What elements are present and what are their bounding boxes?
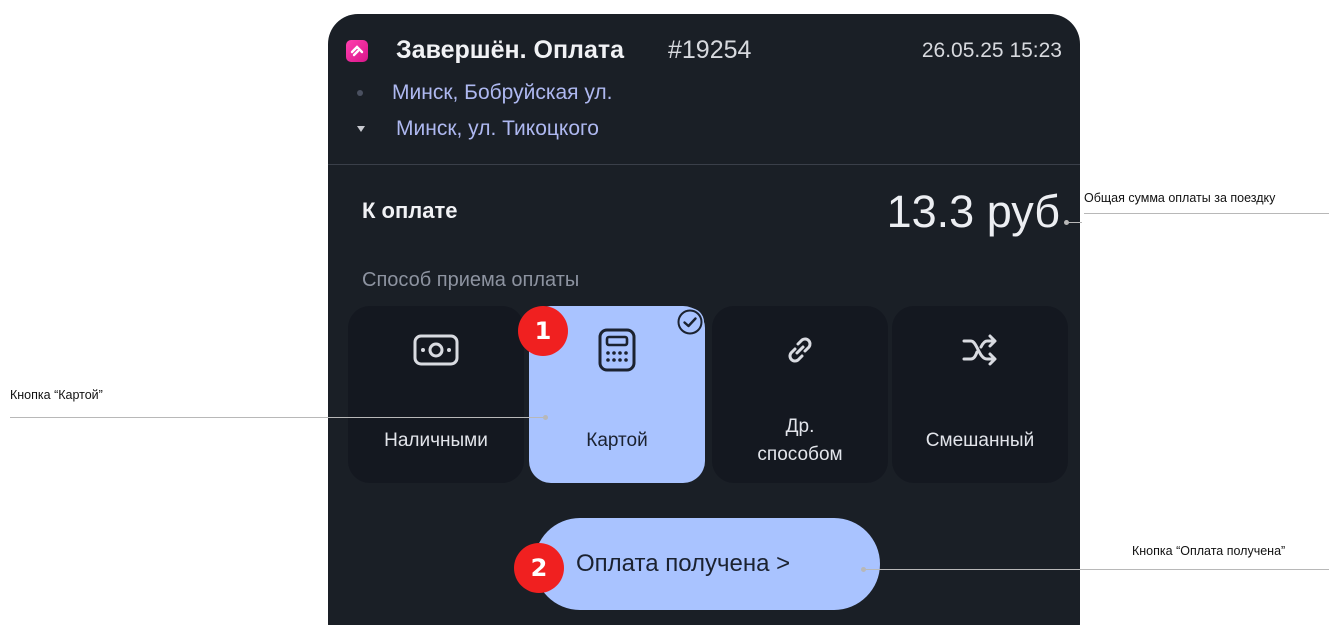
card-annotation-dot	[543, 415, 548, 420]
order-status-title: Завершён. Оплата	[396, 36, 624, 64]
card-terminal-icon	[593, 326, 641, 374]
route-from: Минск, Бобруйская ул.	[392, 81, 613, 104]
taxi-app-logo-icon	[346, 40, 368, 62]
amount-annotation-dot	[1064, 220, 1069, 225]
route-to: Минск, ул. Тикоцкого	[396, 117, 599, 140]
amount-annotation-underline	[1084, 213, 1329, 214]
amount-due-label: К оплате	[362, 198, 458, 223]
card-annotation-line	[10, 417, 547, 418]
method-card-label: Картой	[586, 430, 648, 451]
screen: Завершён. Оплата #19254 26.05.25 15:23 М…	[0, 0, 1329, 625]
amount-annotation-line	[1068, 222, 1082, 223]
payment-method-heading: Способ приема оплаты	[362, 269, 580, 291]
selected-check-icon	[676, 308, 704, 336]
method-mixed-label: Смешанный	[925, 430, 1035, 451]
order-datetime: 26.05.25 15:23	[921, 39, 1062, 62]
order-number: #19254	[668, 36, 752, 64]
confirm-annotation-label: Кнопка “Оплата получена”	[1132, 544, 1286, 558]
confirm-annotation-dot	[861, 567, 866, 572]
payment-received-button[interactable]: Оплата получена >	[534, 518, 880, 610]
route-start-dot-icon	[357, 90, 363, 96]
method-other-button[interactable]: Др. способом	[712, 306, 888, 483]
order-payment-card: Завершён. Оплата #19254 26.05.25 15:23 М…	[328, 14, 1080, 625]
step-2-badge: 2	[514, 543, 564, 593]
payment-received-label: Оплата получена >	[576, 550, 791, 577]
step-1-badge: 1	[518, 306, 568, 356]
shuffle-icon	[956, 326, 1004, 374]
method-cash-label: Наличными	[384, 430, 488, 451]
card-annotation-label: Кнопка “Картой”	[10, 388, 103, 402]
method-cash-button[interactable]: Наличными	[348, 306, 524, 483]
link-icon	[776, 326, 824, 374]
method-other-label: Др. способом	[757, 416, 843, 465]
route-end-arrow-icon	[357, 126, 365, 132]
confirm-annotation-line	[866, 569, 1329, 570]
divider	[328, 164, 1080, 165]
amount-annotation-label: Общая сумма оплаты за поездку	[1084, 191, 1276, 205]
amount-due-value: 13.3 руб	[886, 186, 1060, 237]
cash-icon	[412, 326, 460, 374]
method-mixed-button[interactable]: Смешанный	[892, 306, 1068, 483]
